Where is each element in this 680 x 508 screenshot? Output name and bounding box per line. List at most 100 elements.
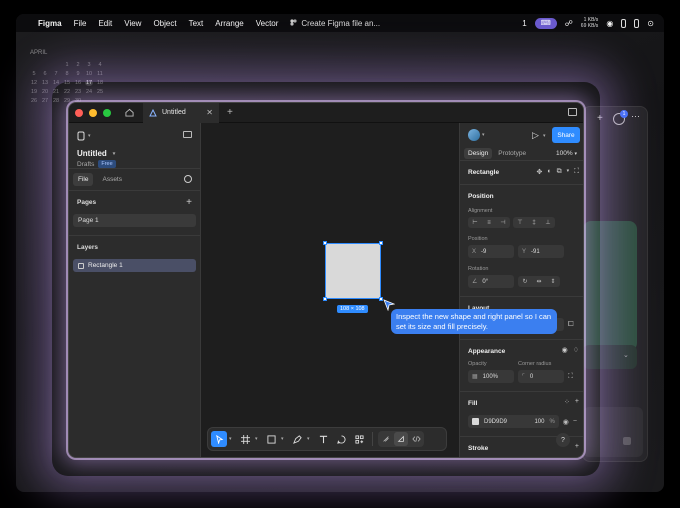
flip-horizontal-icon[interactable]: ⇹ <box>532 276 546 287</box>
chevron-down-icon[interactable]: ▾ <box>229 436 235 442</box>
dev-mode-button[interactable] <box>409 432 423 446</box>
folder-icon[interactable] <box>568 108 577 116</box>
tab-file[interactable]: File <box>73 173 94 186</box>
chevron-down-icon[interactable]: ▾ <box>482 132 485 138</box>
menu-view[interactable]: View <box>124 19 141 28</box>
main-menu-button[interactable]: ▾ <box>77 131 192 141</box>
add-fill-icon[interactable]: + <box>575 398 579 406</box>
chevron-down-icon[interactable]: ▾ <box>255 436 261 442</box>
tab-design[interactable]: Design <box>464 148 493 159</box>
y-input[interactable]: Y -91 <box>518 245 564 258</box>
add-stroke-icon[interactable]: + <box>575 443 579 450</box>
move-tool-button[interactable] <box>211 431 227 447</box>
shape-tool-button[interactable] <box>263 431 279 447</box>
file-name[interactable]: Untitled ▾ <box>77 149 192 158</box>
remove-fill-icon[interactable]: − <box>573 418 577 425</box>
styles-icon[interactable]: ⁘ <box>564 398 570 406</box>
phone-icon[interactable] <box>634 18 640 28</box>
calendar-day: 6 <box>43 71 47 77</box>
stop-icon[interactable] <box>623 437 631 445</box>
close-window-button[interactable] <box>75 108 83 117</box>
zoom-dropdown[interactable]: 100% ▾ <box>556 150 577 157</box>
menu-object[interactable]: Object <box>153 19 176 28</box>
right-panel-header: ▾ ▷ ▾ Share <box>460 123 583 147</box>
align-bottom-icon[interactable]: ⊥ <box>541 217 555 228</box>
menu-file-title[interactable]: Create Figma file an... <box>290 19 380 28</box>
mask-icon[interactable]: ◐ <box>547 168 551 176</box>
present-icon[interactable]: ▷ <box>532 130 539 141</box>
left-panel: ▾ Untitled ▾ Drafts Free File Assets Pag… <box>69 123 201 457</box>
minimize-window-button[interactable] <box>89 108 97 117</box>
actions-button[interactable] <box>351 431 367 447</box>
keyboard-status-icon[interactable]: ⌨ <box>534 17 557 29</box>
align-center-h-icon[interactable]: ≡ <box>482 217 496 228</box>
sidebar-toggle-icon[interactable] <box>183 131 192 138</box>
new-tab-button[interactable]: + <box>227 107 233 118</box>
appearance-actions: ◉ ♢ <box>562 346 579 354</box>
close-tab-icon[interactable]: ✕ <box>206 108 213 117</box>
record-icon[interactable]: ◉ <box>606 19 613 28</box>
help-button[interactable]: ? <box>556 433 570 447</box>
tab-prototype[interactable]: Prototype <box>494 148 530 159</box>
boolean-icon[interactable]: ⧉ <box>557 168 562 176</box>
search-icon[interactable] <box>184 175 192 183</box>
fill-hex: D9D9D9 <box>484 418 508 425</box>
independent-corners-icon[interactable]: ⛶ <box>568 373 573 381</box>
flip-vertical-icon[interactable]: ⇕ <box>546 276 560 287</box>
avatar[interactable] <box>468 129 480 141</box>
constrain-proportions-icon[interactable]: ⧠ <box>568 321 574 329</box>
opacity-input[interactable]: ▦ 100% <box>468 370 514 383</box>
layer-item[interactable]: Rectangle 1 <box>73 259 196 272</box>
rectangle-shape[interactable] <box>325 243 381 299</box>
rotate-icon[interactable]: ↻ <box>518 276 532 287</box>
align-center-v-icon[interactable]: ‡ <box>527 217 541 228</box>
fill-swatch[interactable] <box>472 418 479 425</box>
network-icon[interactable]: ☍ <box>565 19 573 28</box>
menu-text[interactable]: Text <box>189 19 204 28</box>
more-icon[interactable]: ⋯ <box>631 111 640 122</box>
menu-vector[interactable]: Vector <box>256 19 279 28</box>
chevron-down-icon[interactable]: ▾ <box>281 436 287 442</box>
chevron-down-icon[interactable]: ▾ <box>567 168 570 176</box>
resize-handle-tl[interactable] <box>323 241 327 245</box>
text-tool-button[interactable] <box>315 431 331 447</box>
menu-edit[interactable]: Edit <box>98 19 112 28</box>
chevron-down-icon[interactable]: ▾ <box>543 133 546 139</box>
resize-handle-tr[interactable] <box>379 241 383 245</box>
draw-mode-button[interactable] <box>379 432 393 446</box>
menu-arrange[interactable]: Arrange <box>215 19 243 28</box>
notification-count[interactable]: 1 <box>522 19 526 28</box>
battery-icon[interactable] <box>621 18 627 28</box>
resize-handle-bl[interactable] <box>323 297 327 301</box>
align-right-icon[interactable]: ⊣ <box>496 217 510 228</box>
add-page-button[interactable]: + <box>186 197 192 208</box>
selected-rectangle[interactable] <box>323 241 383 301</box>
share-button[interactable]: Share <box>552 127 580 143</box>
canvas[interactable]: 108 × 108 Inspect the new shape and righ… <box>201 123 557 457</box>
home-icon[interactable] <box>123 107 135 119</box>
frame-tool-button[interactable] <box>237 431 253 447</box>
align-top-icon[interactable]: ⊤ <box>513 217 527 228</box>
x-input[interactable]: X -9 <box>468 245 514 258</box>
tab-assets[interactable]: Assets <box>97 173 127 186</box>
page-item[interactable]: Page 1 <box>73 214 196 227</box>
design-mode-button[interactable] <box>394 432 408 446</box>
chevron-down-icon[interactable]: ⌄ <box>623 351 629 359</box>
comment-tool-button[interactable] <box>333 431 349 447</box>
eye-icon[interactable]: ◉ <box>562 346 568 354</box>
chevron-down-icon[interactable]: ▾ <box>307 436 313 442</box>
tab-untitled[interactable]: Untitled ✕ <box>143 103 219 123</box>
frame-selection-icon[interactable]: ⛶ <box>574 168 579 176</box>
corner-radius-input[interactable]: ⌜ 0 <box>518 370 564 383</box>
fill-input[interactable]: D9D9D9 100 % <box>468 415 559 428</box>
zoom-window-button[interactable] <box>103 108 111 117</box>
drop-icon[interactable]: ♢ <box>573 346 579 354</box>
menu-app-figma[interactable]: Figma <box>38 19 62 28</box>
eye-icon[interactable]: ◉ <box>563 418 569 426</box>
menu-file[interactable]: File <box>74 19 87 28</box>
pen-tool-button[interactable] <box>289 431 305 447</box>
align-left-icon[interactable]: ⊢ <box>468 217 482 228</box>
control-center-icon[interactable]: ⊙ <box>647 19 654 28</box>
component-icon[interactable]: ✥ <box>536 168 542 176</box>
rotation-input[interactable]: ∠ 0° <box>468 275 514 288</box>
